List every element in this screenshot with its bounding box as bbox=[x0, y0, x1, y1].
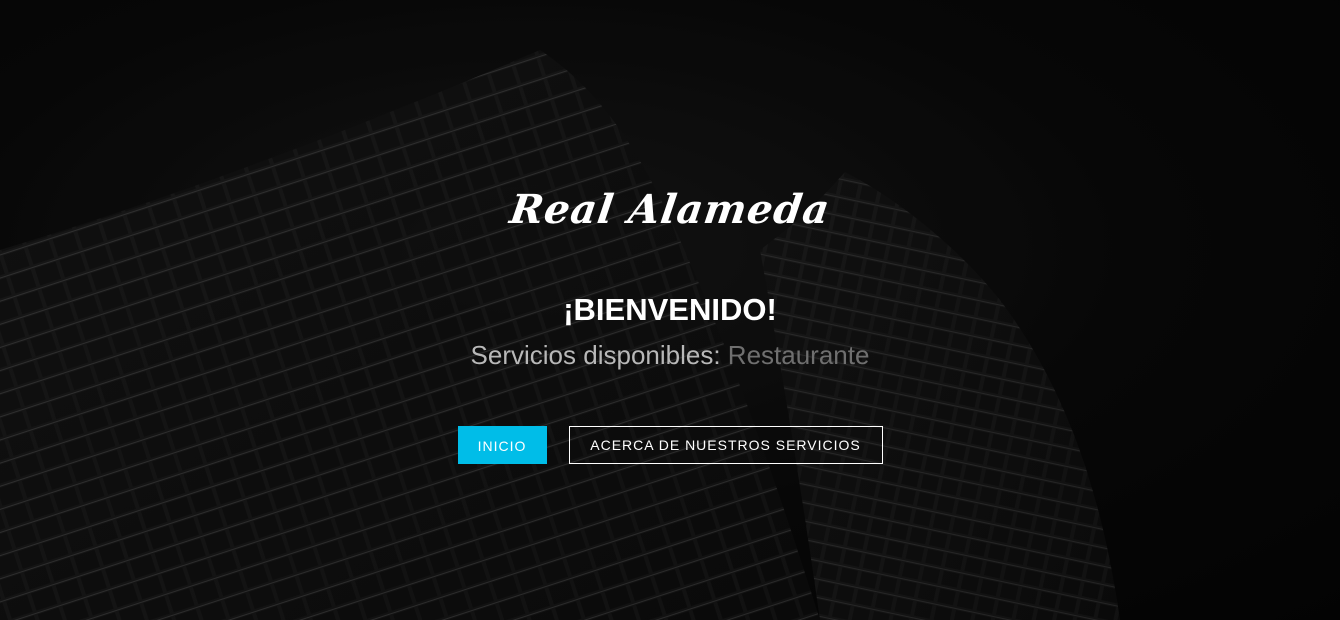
about-services-button[interactable]: ACERCA DE NUESTROS SERVICIOS bbox=[568, 426, 883, 464]
services-line: Servicios disponibles: Restaurante bbox=[0, 340, 1340, 371]
hero-section: Real Alameda ¡BIENVENIDO! Servicios disp… bbox=[0, 0, 1340, 620]
welcome-heading: ¡BIENVENIDO! bbox=[563, 292, 777, 327]
services-label: Servicios disponibles: bbox=[470, 340, 721, 370]
brand-logo[interactable]: Real Alameda bbox=[0, 186, 1340, 233]
inicio-button[interactable]: INICIO bbox=[457, 426, 547, 464]
hero-buttons: INICIO ACERCA DE NUESTROS SERVICIOS bbox=[0, 426, 1340, 464]
hero-content: Real Alameda ¡BIENVENIDO! Servicios disp… bbox=[0, 0, 1340, 620]
services-rotating-value: Restaurante bbox=[727, 340, 870, 370]
